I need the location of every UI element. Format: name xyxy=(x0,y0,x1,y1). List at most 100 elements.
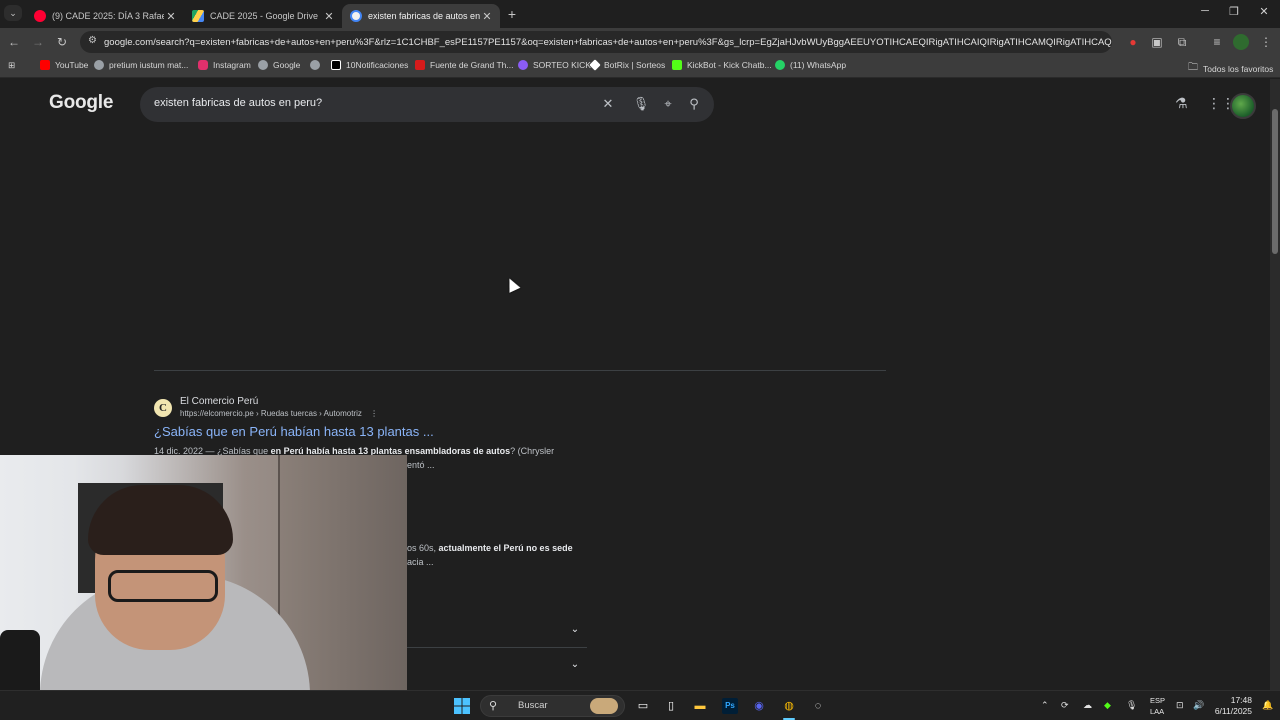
x-icon xyxy=(331,60,341,70)
task-view-icon[interactable]: ▭ xyxy=(635,698,651,714)
photoshop-icon[interactable]: Ps xyxy=(722,698,738,714)
youtube-icon xyxy=(40,60,50,70)
youtube-icon xyxy=(34,10,46,22)
result-site-name[interactable]: El Comercio Perú xyxy=(180,396,258,407)
microphone-icon[interactable]: 🎙 xyxy=(1126,700,1137,711)
chrome-icon[interactable]: ◍ xyxy=(780,698,798,714)
google-icon xyxy=(258,60,268,70)
globe-icon xyxy=(94,60,104,70)
search-box[interactable]: existen fabricas de autos en peru? ✕ 🎙 ⌖… xyxy=(140,87,714,122)
volume-icon[interactable]: 🔊 xyxy=(1193,700,1204,711)
second-result-snippet-line2: acia ... xyxy=(407,557,434,567)
kickbot-icon xyxy=(672,60,682,70)
microphone-icon[interactable]: 🎙 xyxy=(632,96,650,112)
tab-search-chevron-icon[interactable]: ⌄ xyxy=(4,5,22,21)
divider xyxy=(407,647,587,648)
tray-app-icon[interactable]: ◆ xyxy=(1104,700,1111,711)
search-icon[interactable]: ⚲ xyxy=(685,96,703,112)
scrollbar[interactable] xyxy=(1270,79,1280,690)
kick-icon xyxy=(518,60,528,70)
bookmark-kickbot[interactable]: KickBot - Kick Chatb... xyxy=(672,60,772,70)
scroll-thumb[interactable] xyxy=(1272,109,1278,254)
tab-active-search[interactable]: existen fabricas de autos en pe ✕ xyxy=(342,4,500,28)
profile-icon[interactable] xyxy=(1233,34,1249,50)
obs-icon[interactable]: ◌ xyxy=(810,698,826,714)
extensions-puzzle-icon[interactable]: ⧉ xyxy=(1174,34,1190,50)
keyboard-layout[interactable]: LAA xyxy=(1150,707,1164,716)
whatsapp-icon xyxy=(775,60,785,70)
globe-icon xyxy=(310,60,320,70)
bookmark-pretium[interactable]: pretium iustum mat... xyxy=(94,60,188,70)
webcam-person-hair xyxy=(88,485,233,555)
result-snippet-line2: entó ... xyxy=(407,460,435,470)
minimize-icon[interactable]: ─ xyxy=(1190,5,1220,17)
network-icon[interactable]: ⊡ xyxy=(1176,700,1184,711)
reload-icon[interactable]: ↻ xyxy=(54,34,70,50)
clock-date[interactable]: 6/11/2025 xyxy=(1215,706,1252,716)
all-bookmarks-folder[interactable]: 🗀 Todos los favoritos xyxy=(1188,60,1273,77)
media-controls-icon[interactable]: ≡ xyxy=(1209,34,1225,50)
more-options-icon[interactable]: ⋮ xyxy=(370,409,378,418)
expand-chevron-icon[interactable]: ⌄ xyxy=(566,656,584,674)
file-explorer-icon[interactable]: ▬ xyxy=(692,698,708,714)
cloud-icon[interactable]: ☁ xyxy=(1083,700,1092,711)
taskbar-app-icon[interactable]: ▯ xyxy=(663,698,679,714)
avatar[interactable] xyxy=(1230,93,1256,119)
forward-icon[interactable]: → xyxy=(30,34,46,50)
close-tab-icon[interactable]: ✕ xyxy=(322,10,336,23)
bookmark-instagram[interactable]: Instagram xyxy=(198,60,251,70)
close-window-icon[interactable]: ✕ xyxy=(1249,5,1279,18)
tab-strip: ⌄ (9) CADE 2025: DÍA 3 Rafael Lóp ✕ CADE… xyxy=(0,0,1280,28)
clock-time[interactable]: 17:48 xyxy=(1231,695,1252,705)
bookmark-whatsapp[interactable]: (11) WhatsApp xyxy=(775,60,846,70)
tray-overflow-icon[interactable]: ⌃ xyxy=(1041,700,1049,711)
site-favicon: C xyxy=(154,399,172,417)
apps-grid-icon[interactable]: ⊞ xyxy=(8,60,15,71)
sync-icon[interactable]: ⟳ xyxy=(1061,700,1069,711)
font-icon xyxy=(415,60,425,70)
bookmark-x-notifications[interactable]: 10Notificaciones xyxy=(331,60,408,70)
taskbar-search[interactable]: ⚲ Buscar xyxy=(480,695,625,717)
notifications-icon[interactable]: 🔔 xyxy=(1262,700,1273,711)
divider xyxy=(154,370,886,371)
bookmark-youtube[interactable]: YouTube xyxy=(40,60,88,70)
google-icon xyxy=(350,10,362,22)
back-icon[interactable]: ← xyxy=(6,34,22,50)
lens-icon[interactable]: ⌖ xyxy=(659,96,677,112)
windows-start-icon[interactable] xyxy=(454,698,470,714)
expand-chevron-icon[interactable]: ⌄ xyxy=(566,621,584,639)
tab-google-drive[interactable]: CADE 2025 - Google Drive ✕ xyxy=(184,4,342,28)
drive-icon xyxy=(192,10,204,22)
bookmarks-bar: ⊞ YouTube pretium iustum mat... Instagra… xyxy=(0,56,1280,78)
folder-icon: 🗀 xyxy=(1188,62,1198,73)
close-tab-icon[interactable]: ✕ xyxy=(480,10,494,23)
result-url[interactable]: https://elcomercio.pe › Ruedas tuercas ›… xyxy=(180,409,378,418)
bookmark-unnamed[interactable] xyxy=(310,60,325,70)
new-tab-button[interactable]: + xyxy=(504,6,520,22)
menu-icon[interactable]: ⋮ xyxy=(1258,34,1274,50)
address-bar[interactable]: ⚙ google.com/search?q=existen+fabricas+d… xyxy=(80,31,1112,53)
taskbar: ⚲ Buscar ▭ ▯ ▬ Ps ◉ ◍ ◌ ⌃ ⟳ ☁ ◆ 🎙 ESP LA… xyxy=(0,690,1280,720)
discord-icon[interactable]: ◉ xyxy=(751,698,767,714)
tab-youtube[interactable]: (9) CADE 2025: DÍA 3 Rafael Lóp ✕ xyxy=(26,4,184,28)
result-title-link[interactable]: ¿Sabías que en Perú habían hasta 13 plan… xyxy=(154,424,434,439)
labs-flask-icon[interactable]: ⚗ xyxy=(1175,95,1188,112)
language-indicator[interactable]: ESP xyxy=(1150,696,1165,705)
site-info-icon[interactable]: ⚙ xyxy=(88,35,97,46)
webcam-overlay xyxy=(0,455,407,720)
restore-icon[interactable]: ❐ xyxy=(1219,5,1249,18)
bookmark-google[interactable]: Google xyxy=(258,60,300,70)
close-tab-icon[interactable]: ✕ xyxy=(164,10,178,23)
bookmark-fuente-gta[interactable]: Fuente de Grand Th... xyxy=(415,60,513,70)
google-logo[interactable]: Google xyxy=(49,92,113,114)
search-icon: ⚲ xyxy=(489,700,498,712)
extension-red-icon[interactable]: ● xyxy=(1125,34,1141,50)
instagram-icon xyxy=(198,60,208,70)
webcam-person-glasses xyxy=(108,570,218,602)
bookmark-sorteo-kick[interactable]: SORTEO KICK xyxy=(518,60,591,70)
second-result-snippet: os 60s, actualmente el Perú no es sede xyxy=(407,543,573,553)
search-query[interactable]: existen fabricas de autos en peru? xyxy=(154,97,322,109)
extension-box-icon[interactable]: ▣ xyxy=(1149,34,1165,50)
bookmark-botrix[interactable]: BotRix | Sorteos xyxy=(589,59,665,71)
clear-icon[interactable]: ✕ xyxy=(599,96,617,112)
